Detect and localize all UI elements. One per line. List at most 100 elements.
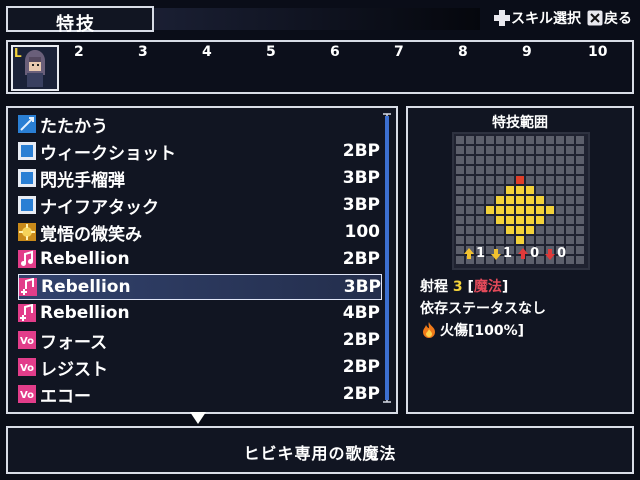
grid-cell [556, 216, 564, 224]
element-text: 火傷[100%] [440, 323, 525, 339]
skill-square-icon [18, 169, 36, 187]
skill-cost: 3BP [342, 168, 380, 188]
grid-cell [516, 146, 524, 154]
grid-cell [546, 236, 554, 244]
turn-slot-2: 2 [74, 44, 84, 60]
skill-cost: 100 [344, 222, 381, 242]
skill-row-flash-grenade[interactable]: 閃光手榴弾 3BP [18, 166, 380, 191]
grid-cell [466, 156, 474, 164]
grid-cell [566, 216, 574, 224]
arrow-up-icon [464, 247, 474, 259]
grid-cell [576, 176, 584, 184]
grid-cell [516, 166, 524, 174]
stat-up-red: 0 [516, 246, 539, 261]
grid-cell [516, 136, 524, 144]
music-note-icon [18, 250, 36, 268]
title-band [154, 8, 480, 30]
turn-slot-9: 9 [522, 44, 532, 60]
skill-name: エコー [40, 386, 91, 407]
skill-row-rebellion-2-selected[interactable]: Rebellion 3BP [18, 274, 382, 300]
grid-cell [526, 236, 534, 244]
grid-cell [576, 226, 584, 234]
skill-row-attack[interactable]: たたかう [18, 112, 380, 137]
grid-cell [526, 166, 534, 174]
grid-cell [546, 196, 554, 204]
grid-cell [506, 166, 514, 174]
grid-cell [576, 136, 584, 144]
grid-cell [456, 186, 464, 194]
grid-cell [496, 186, 504, 194]
grid-cell [546, 186, 554, 194]
grid-cell [556, 176, 564, 184]
grid-cell [506, 236, 514, 244]
grid-cell [576, 196, 584, 204]
grid-cell [536, 176, 544, 184]
grid-cell [536, 156, 544, 164]
grid-cell [486, 196, 494, 204]
skill-row-resist[interactable]: Vo レジスト 2BP [18, 355, 380, 380]
skill-name: フォース [40, 332, 108, 353]
grid-cell-target [506, 216, 514, 224]
grid-cell-target [536, 216, 544, 224]
grid-cell-target [486, 206, 494, 214]
stat-value: 0 [557, 246, 567, 261]
grid-cell [566, 226, 574, 234]
skill-row-resolve-smile[interactable]: 覚悟の微笑み 100 [18, 220, 381, 245]
vo-icon: Vo [18, 385, 36, 403]
grid-cell [526, 156, 534, 164]
grid-cell [466, 176, 474, 184]
grid-cell [556, 226, 564, 234]
skill-row-rebellion-1[interactable]: Rebellion 2BP [18, 247, 380, 271]
skill-cost: 3BP [343, 277, 381, 297]
dependency-line: 依存ステータスなし [420, 301, 546, 317]
grid-cell [476, 166, 484, 174]
grid-cell-target [536, 206, 544, 214]
grid-cell [506, 146, 514, 154]
grid-cell [476, 156, 484, 164]
grid-cell-target [506, 226, 514, 234]
skill-row-weak-shot[interactable]: ウィークショット 2BP [18, 139, 380, 164]
grid-cell [556, 196, 564, 204]
grid-cell-target [526, 196, 534, 204]
grid-cell [496, 176, 504, 184]
arrow-down-icon [545, 248, 556, 260]
skill-name: 覚悟の微笑み [40, 224, 142, 245]
grid-cell [466, 186, 474, 194]
grid-cell [546, 216, 554, 224]
grid-cell [456, 166, 464, 174]
grid-cell [556, 156, 564, 164]
grid-cell [576, 216, 584, 224]
skill-row-echo[interactable]: Vo エコー 2BP [18, 382, 380, 407]
grid-cell [486, 166, 494, 174]
grid-cell [566, 166, 574, 174]
skill-cost: 2BP [342, 141, 380, 161]
range-label: 射程 [420, 279, 448, 295]
skill-row-rebellion-3[interactable]: Rebellion 4BP [18, 301, 380, 325]
grid-cell [466, 146, 474, 154]
grid-cell [486, 226, 494, 234]
grid-cell-target [506, 206, 514, 214]
grid-cell-target [496, 216, 504, 224]
skill-description: ヒビキ専用の歌魔法 [243, 444, 397, 463]
stat-down-yellow: 1 [489, 246, 512, 261]
range-type: 魔法 [473, 279, 502, 295]
svg-text:Vo: Vo [20, 363, 34, 374]
skill-row-knife-attack[interactable]: ナイフアタック 3BP [18, 193, 380, 218]
skill-list-scrollbar[interactable] [382, 112, 392, 404]
grid-cell [506, 176, 514, 184]
grid-cell [566, 196, 574, 204]
dpad-icon [494, 10, 510, 26]
grid-cell [506, 156, 514, 164]
skill-list-panel: たたかう ウィークショット 2BP 閃光手榴弾 3BP ナイフアタック 3BP … [6, 106, 398, 414]
grid-cell [576, 156, 584, 164]
grid-cell-origin [516, 176, 524, 184]
grid-cell [466, 196, 474, 204]
music-plus-icon [19, 277, 37, 296]
grid-cell-target [506, 186, 514, 194]
turn-slot-10: 10 [588, 44, 608, 60]
grid-cell [556, 186, 564, 194]
grid-cell [456, 226, 464, 234]
skill-cost: 2BP [342, 357, 380, 377]
skill-row-force[interactable]: Vo フォース 2BP [18, 328, 380, 353]
grid-cell [576, 256, 584, 264]
